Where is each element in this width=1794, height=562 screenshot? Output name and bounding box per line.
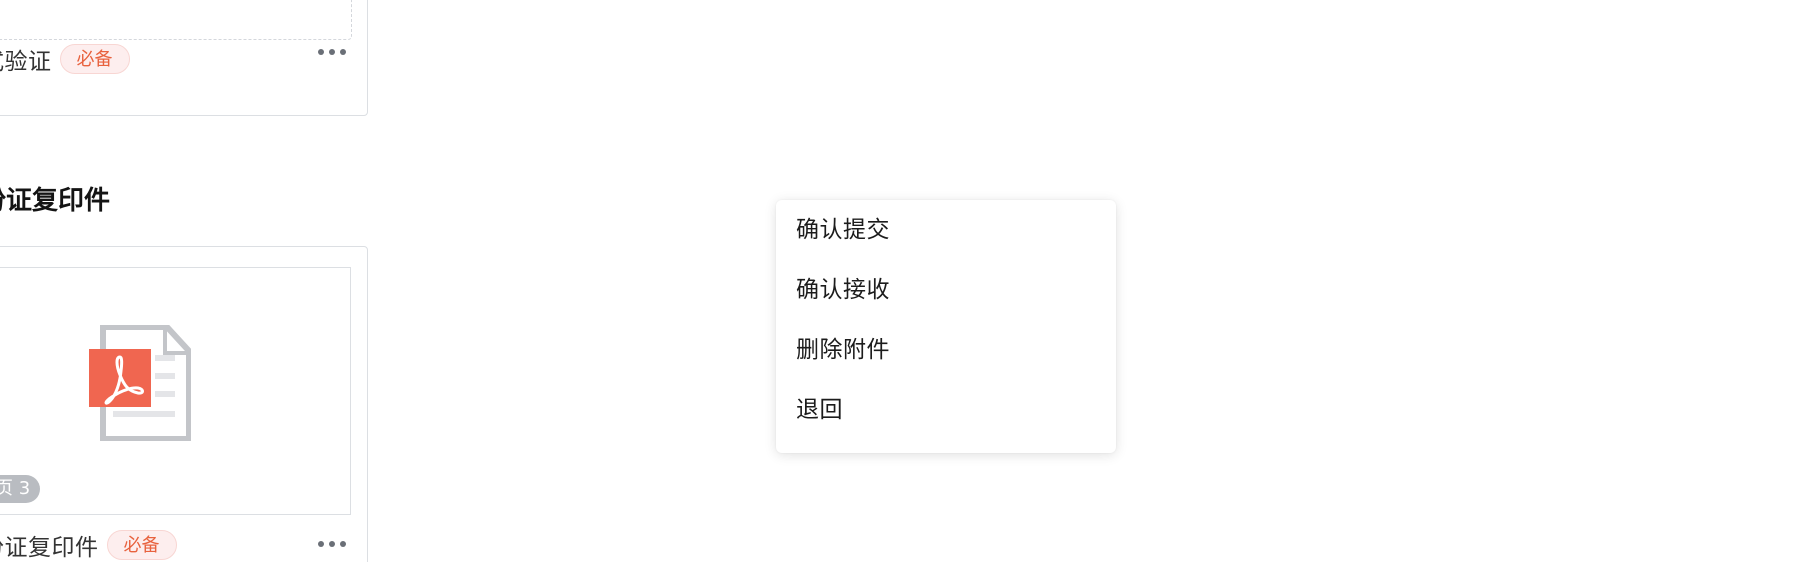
menu-item-confirm-submit[interactable]: 确认提交 xyxy=(776,200,1116,260)
context-menu: 确认提交 确认接收 删除附件 退回 xyxy=(776,200,1116,453)
menu-item-return[interactable]: 退回 xyxy=(776,380,1116,440)
dot-icon xyxy=(329,49,335,55)
page-count-badge: 页 3 xyxy=(0,475,41,503)
attachment-name: 式验证 xyxy=(0,49,52,75)
card-footer: 份证复印件 必备 xyxy=(0,527,367,562)
required-badge: 必备 xyxy=(59,44,130,74)
attachment-name: 份证复印件 xyxy=(0,535,99,561)
card-footer: 式验证 必备 xyxy=(0,41,367,77)
dot-icon xyxy=(329,541,335,547)
dot-icon xyxy=(318,541,324,547)
menu-item-confirm-receive[interactable]: 确认接收 xyxy=(776,260,1116,320)
attachment-card-verification: 式验证 必备 xyxy=(0,0,368,116)
required-badge: 必备 xyxy=(106,530,177,560)
upload-drop-area[interactable] xyxy=(0,0,352,40)
dot-icon xyxy=(340,49,346,55)
more-options-button[interactable] xyxy=(318,541,346,547)
dot-icon xyxy=(318,49,324,55)
section-title: 份证复印件 xyxy=(0,186,111,216)
dot-icon xyxy=(340,541,346,547)
more-options-button[interactable] xyxy=(318,49,346,55)
pdf-icon xyxy=(89,325,191,441)
file-preview[interactable]: 页 3 xyxy=(0,267,351,515)
attachment-card-id-copy: 页 3 份证复印件 必备 xyxy=(0,246,368,562)
menu-item-delete-attachment[interactable]: 删除附件 xyxy=(776,320,1116,380)
attachments-page: 式验证 必备 份证复印件 xyxy=(0,0,1794,562)
